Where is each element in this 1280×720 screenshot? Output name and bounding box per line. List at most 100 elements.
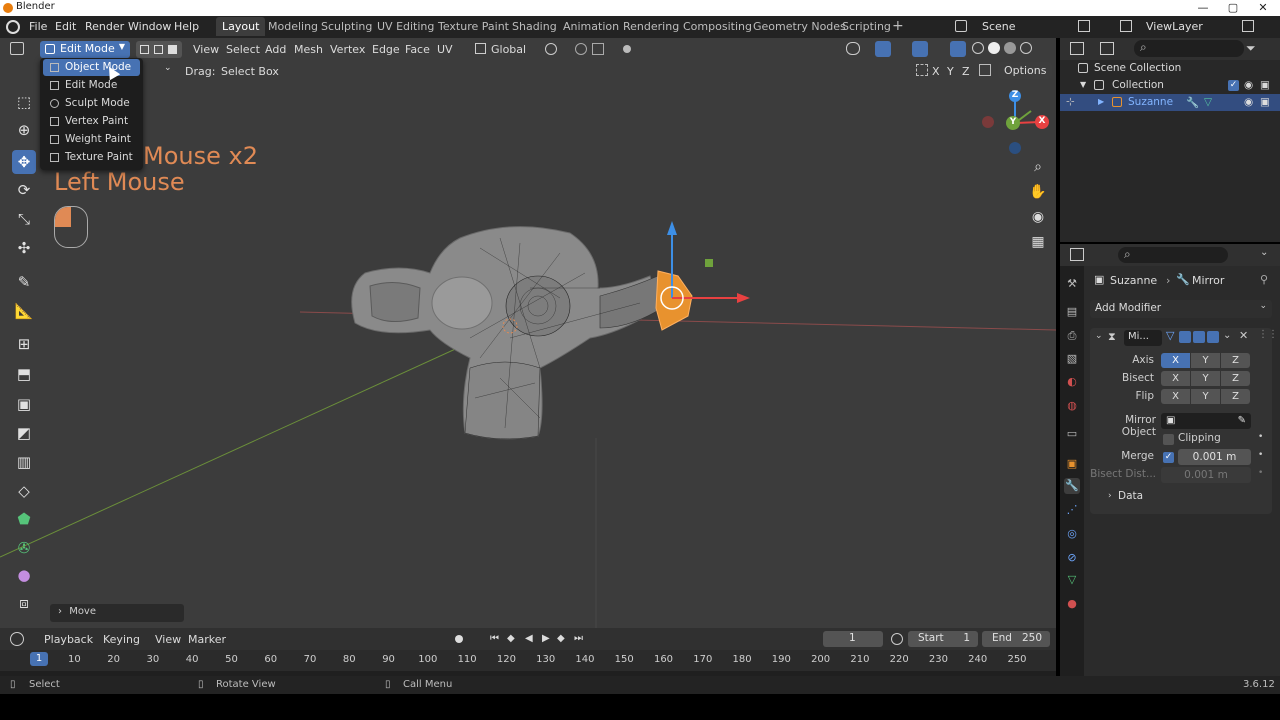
solid-shading-icon[interactable] (988, 42, 1000, 54)
mode-option-texture-paint[interactable]: Texture Paint (43, 149, 140, 166)
stopwatch-icon[interactable] (891, 633, 903, 645)
mirror-x-toggle[interactable]: X (932, 65, 940, 78)
menu-vertex[interactable]: Vertex (330, 43, 365, 56)
tab-scripting[interactable]: Scripting (842, 20, 891, 33)
mirror-icon[interactable] (916, 64, 928, 76)
new-scene-icon[interactable] (1078, 20, 1090, 32)
modifier-wrench-icon[interactable]: 🔧 (1186, 96, 1199, 109)
prev-keyframe-icon[interactable]: ◆ (507, 633, 515, 644)
jump-end-icon[interactable]: ⏭ (574, 633, 583, 644)
mode-selector[interactable]: Edit Mode ▼ (40, 41, 130, 58)
menu-window[interactable]: Window (128, 20, 171, 33)
tab-compositing[interactable]: Compositing (683, 20, 752, 33)
properties-editor[interactable]: ⌕ ⌄ ⚒ ▤ ⎙ ▧ ◐ ◍ ▭ ▣ 🔧 ⋰ ◎ ⊘ ▽ ● ▣ Suzann… (1060, 244, 1280, 676)
tab-uv-editing[interactable]: UV Editing (377, 20, 434, 33)
add-workspace-button[interactable]: + (892, 18, 904, 34)
axis-y-toggle[interactable]: Y (1191, 353, 1220, 368)
world-tab-icon[interactable]: ◍ (1064, 398, 1080, 414)
spin-tool-icon[interactable]: ✇ (12, 536, 36, 560)
3d-viewport[interactable]: X Y Z ⌕ ✋ ◉ ▦ Edit Mode ▼ View Select Ad… (0, 38, 1056, 628)
menu-uv[interactable]: UV (437, 43, 453, 56)
edge-select-icon[interactable] (154, 45, 163, 54)
drag-select-box[interactable]: Select Box (221, 65, 279, 78)
jump-start-icon[interactable]: ⏮ (490, 633, 499, 644)
outliner-row-scene-collection[interactable]: Scene Collection (1060, 60, 1280, 77)
expand-arrow-icon[interactable]: ▼ (1080, 80, 1086, 89)
tab-geometry-nodes[interactable]: Geometry Nodes (753, 20, 846, 33)
xray-toggle-icon[interactable] (950, 41, 966, 57)
chevron-down-icon[interactable]: ⌄ (1260, 247, 1268, 258)
playhead[interactable]: 1 (30, 652, 48, 666)
poly-build-tool-icon[interactable]: ⬟ (12, 507, 36, 531)
nav-gizmo-y-label[interactable]: Y (1007, 117, 1019, 127)
select-box-tool-icon[interactable]: ⬚ (12, 90, 36, 114)
display-mode-icon[interactable] (1100, 42, 1114, 55)
menu-help[interactable]: Help (174, 20, 199, 33)
loop-cut-tool-icon[interactable]: ▥ (12, 450, 36, 474)
menu-timeline-view[interactable]: View (155, 633, 181, 646)
keyframe-dot-icon[interactable]: • (1258, 450, 1263, 460)
outliner-editor-icon[interactable] (1070, 42, 1084, 55)
move-tool-icon[interactable]: ✥ (12, 150, 36, 174)
tab-animation[interactable]: Animation (563, 20, 619, 33)
blender-menu-icon[interactable] (6, 20, 20, 34)
menu-marker[interactable]: Marker (188, 633, 226, 646)
menu-edit[interactable]: Edit (55, 20, 76, 33)
snap-icon[interactable] (575, 43, 587, 55)
tab-sculpting[interactable]: Sculpting (321, 20, 372, 33)
outliner-row-collection[interactable]: ▼ Collection ✓ ◉ ▣ (1060, 77, 1280, 94)
render-tab-icon[interactable]: ▤ (1064, 304, 1080, 320)
material-shading-icon[interactable] (1004, 42, 1016, 54)
bisect-y-toggle[interactable]: Y (1191, 371, 1220, 386)
timeline-editor-icon[interactable] (10, 632, 24, 646)
tab-shading[interactable]: Shading (512, 20, 557, 33)
material-tab-icon[interactable]: ● (1064, 596, 1080, 612)
gizmo-toggle-icon[interactable] (875, 41, 891, 57)
expand-arrow-icon[interactable]: ▶ (1098, 97, 1104, 106)
last-operator-panel[interactable]: › Move (50, 604, 184, 622)
tab-texture-paint[interactable]: Texture Paint (438, 20, 509, 33)
properties-editor-icon[interactable] (1070, 248, 1084, 261)
particles-tab-icon[interactable]: ⋰ (1064, 502, 1080, 518)
exclude-checkbox[interactable]: ✓ (1228, 80, 1239, 91)
mirror-object-field[interactable]: ▣ ✎ (1161, 413, 1251, 429)
rendered-shading-icon[interactable] (1020, 42, 1032, 54)
modifier-name-field[interactable]: Mi... (1124, 330, 1162, 346)
output-tab-icon[interactable]: ⎙ (1064, 328, 1080, 344)
current-frame-field[interactable]: 1 (823, 631, 883, 647)
next-keyframe-icon[interactable]: ◆ (557, 633, 565, 644)
tool-tab-icon[interactable]: ⚒ (1064, 276, 1080, 292)
face-select-icon[interactable] (168, 45, 177, 54)
data-subpanel[interactable]: Data (1118, 490, 1143, 502)
close-icon[interactable]: ✕ (1239, 329, 1248, 342)
bisect-z-toggle[interactable]: Z (1221, 371, 1250, 386)
start-frame-field[interactable]: Start 1 (908, 631, 978, 647)
constraints-tab-icon[interactable]: ⊘ (1064, 550, 1080, 566)
nav-gizmo-x-label[interactable]: X (1036, 116, 1048, 126)
merge-checkbox[interactable]: ✓ (1163, 452, 1174, 463)
mirror-z-toggle[interactable]: Z (962, 65, 970, 78)
pin-icon[interactable]: ⚲ (1260, 273, 1268, 286)
options-button[interactable]: Options (998, 62, 1052, 79)
record-icon[interactable] (455, 635, 463, 643)
viewlayer-icon[interactable] (1120, 20, 1132, 32)
flip-z-toggle[interactable]: Z (1221, 389, 1250, 404)
object-tab-icon[interactable]: ▣ (1064, 456, 1080, 472)
menu-render[interactable]: Render (85, 20, 124, 33)
outliner-search-input[interactable]: ⌕ (1134, 40, 1244, 57)
transform-tool-icon[interactable]: ✣ (12, 236, 36, 260)
close-button[interactable]: ✕ (1248, 0, 1278, 16)
merge-distance-field[interactable]: 0.001 m (1178, 449, 1251, 465)
transform-orientation-icon[interactable] (475, 43, 486, 54)
mode-option-weight-paint[interactable]: Weight Paint (43, 131, 140, 148)
properties-search-input[interactable]: ⌕ (1118, 247, 1228, 263)
add-modifier-button[interactable]: Add Modifier ⌄ (1090, 300, 1272, 318)
mirror-y-toggle[interactable]: Y (947, 65, 954, 78)
grid-icon[interactable]: ▦ (1028, 232, 1048, 252)
menu-file[interactable]: File (29, 20, 47, 33)
auto-merge-icon[interactable] (979, 64, 991, 76)
shear-tool-icon[interactable]: ⧈ (12, 591, 36, 615)
annotate-tool-icon[interactable]: ✎ (12, 270, 36, 294)
tab-modeling[interactable]: Modeling (268, 20, 318, 33)
new-viewlayer-icon[interactable] (1242, 20, 1254, 32)
